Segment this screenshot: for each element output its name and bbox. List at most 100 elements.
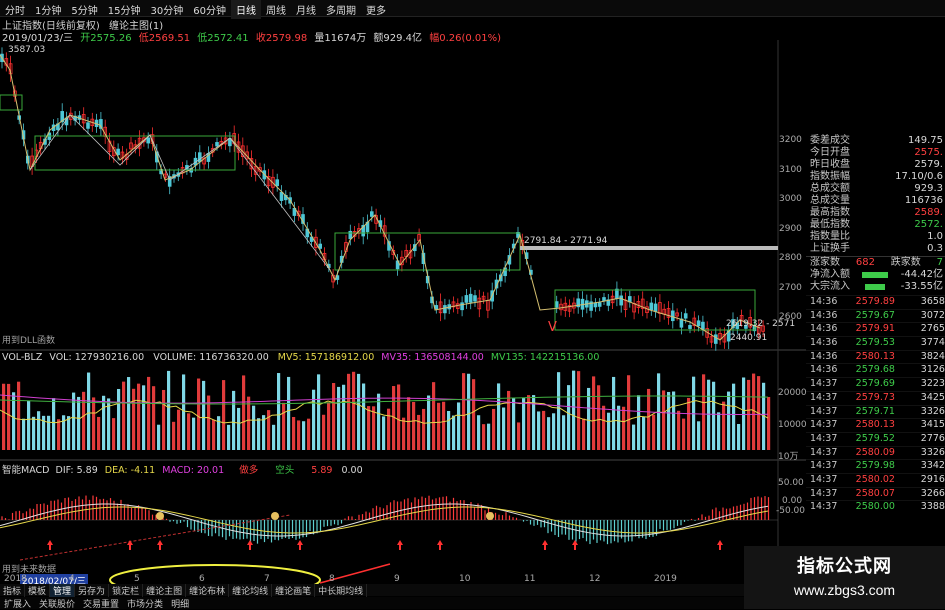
volume-bar [297, 420, 301, 450]
timeframe-tab[interactable]: 月线 [291, 0, 321, 19]
tick-row[interactable]: 14:37 2579.52 2776 [806, 431, 945, 446]
tick-row[interactable]: 14:37 2579.98 3342 [806, 459, 945, 473]
volume-bar [537, 411, 541, 450]
vol-panel-name[interactable]: VOL-BLZ [2, 352, 42, 363]
tick-volume: 3388 [920, 501, 945, 513]
indicator-tab[interactable]: 锁定栏 [109, 584, 144, 597]
x-tick-label: 6 [199, 574, 205, 584]
tick-row[interactable]: 14:37 2579.73 3425 [806, 390, 945, 405]
timeframe-tab[interactable]: 60分钟 [188, 0, 231, 19]
tick-volume: 2916 [920, 473, 945, 485]
timeframe-tab[interactable]: 周线 [261, 0, 291, 19]
function-tab[interactable]: 关联股价 [35, 597, 79, 610]
tick-time: 14:37 [810, 405, 838, 417]
macd-ytick-1: 50.00 [778, 478, 804, 488]
tick-row[interactable]: 14:36 2579.68 3126 [806, 363, 945, 377]
tick-price: 2579.89 [855, 296, 895, 307]
timeframe-tab[interactable]: 更多 [361, 0, 391, 19]
volume-bar [642, 416, 646, 450]
macd-panel-name[interactable]: 智能MACD [2, 465, 49, 476]
volume-bar [12, 392, 16, 450]
indicator-tab[interactable]: 管理 [50, 584, 76, 597]
tick-price: 2580.00 [855, 501, 895, 513]
volume-bar [517, 422, 521, 450]
function-tab[interactable]: 交易重置 [79, 597, 123, 610]
indicator-tab[interactable]: 缠论布林 [186, 584, 230, 597]
volume-bar [67, 416, 71, 450]
timeframe-tab[interactable]: 日线 [230, 0, 261, 19]
function-tab[interactable]: 市场分类 [123, 597, 167, 610]
quote-stat-label: 总成交额 [810, 183, 850, 194]
buy-arrow-icon [542, 540, 548, 550]
volume-bar [582, 418, 586, 450]
volume-bar [487, 423, 491, 450]
volume-bar [382, 416, 386, 450]
indicator-tab[interactable]: 缠论画笔 [272, 584, 316, 597]
candle-body [649, 302, 654, 310]
tick-volume: 3126 [920, 364, 945, 376]
quote-stat-value: 0.3 [927, 243, 943, 254]
volume-bar [497, 383, 501, 450]
volume-bar [97, 416, 101, 450]
tick-price: 2579.69 [855, 378, 895, 390]
kline-charts[interactable] [0, 40, 806, 585]
tick-row[interactable]: 14:37 2580.07 3266 [806, 486, 945, 501]
tick-row[interactable]: 14:37 2579.69 3223 [806, 377, 945, 391]
watermark-title: 指标公式网 [797, 556, 892, 576]
macd-panel-header: 智能MACD DIF: 5.89 DEA: -4.11 MACD: 20.01 … [2, 462, 363, 476]
volume-bar [72, 392, 76, 450]
candle-body [468, 293, 473, 303]
tick-row[interactable]: 14:37 2580.13 3415 [806, 418, 945, 432]
block-inflow-label: 大宗流入 [810, 281, 850, 292]
volume-bar [617, 405, 621, 450]
volume-bar [197, 378, 201, 450]
indicator-tab[interactable]: 另存为 [75, 584, 110, 597]
tick-row[interactable]: 14:37 2580.00 3388 [806, 500, 945, 514]
volume-bar [17, 381, 21, 450]
y-tick-label: 2900 [779, 223, 802, 234]
bi-stroke [0, 54, 761, 341]
v-marker: V [548, 320, 557, 335]
function-tab-bar: 扩展入 关联股价 交易重置 市场分类 明细 [0, 597, 810, 610]
indicator-tab[interactable]: 模板 [25, 584, 51, 597]
indicator-tab[interactable]: 中长期均线 [315, 584, 368, 597]
volume-bar [227, 424, 231, 450]
block-inflow-value: -33.55亿 [900, 281, 943, 292]
buy-arrow-icon [47, 540, 53, 550]
net-inflow-bar [862, 272, 889, 278]
function-tab[interactable]: 明细 [167, 597, 193, 610]
tick-list[interactable]: 14:36 2579.89 3658 14:36 2579.67 3072 14:36 257… [806, 295, 945, 514]
sell-signal-icon [156, 512, 164, 520]
volume-bar [102, 395, 106, 450]
tick-time: 14:37 [810, 487, 838, 499]
divergence-line [19, 514, 291, 561]
tick-time: 14:36 [810, 350, 838, 362]
x-tick-label: 2018 [4, 574, 27, 584]
quote-stat-label: 最高指数 [810, 207, 850, 218]
volume-bar [567, 385, 571, 450]
tick-row[interactable]: 14:36 2579.89 3658 [806, 295, 945, 309]
tick-row[interactable]: 14:37 2580.02 2916 [806, 472, 945, 487]
x-tick-label: 10 [459, 574, 471, 584]
tick-row[interactable]: 14:36 2579.91 2765 [806, 322, 945, 336]
timeframe-tab[interactable]: 多周期 [321, 0, 361, 19]
quote-stat-row: 委差成交 149.75 [806, 135, 945, 147]
tick-row[interactable]: 14:37 2579.71 3326 [806, 404, 945, 419]
volume-bar [367, 406, 371, 450]
vol-ytick-1: 20000 [778, 388, 807, 398]
indicator-tab[interactable]: 缠论均线 [229, 584, 273, 597]
tick-row[interactable]: 14:37 2580.09 3326 [806, 445, 945, 460]
macd-value: MACD: 20.01 [162, 465, 225, 476]
tick-row[interactable]: 14:36 2580.13 3824 [806, 349, 945, 364]
indicator-tab[interactable]: 指标 [0, 584, 26, 597]
volume-bar [712, 381, 716, 450]
candle-body [197, 152, 202, 163]
volume-bar [387, 408, 391, 450]
tick-row[interactable]: 14:36 2579.53 3774 [806, 336, 945, 350]
function-tab[interactable]: 扩展入 [0, 597, 35, 610]
tick-row[interactable]: 14:36 2579.67 3072 [806, 308, 945, 323]
tick-price: 2580.02 [855, 473, 895, 485]
indicator-tab[interactable]: 缠论主图 [143, 584, 187, 597]
volume-bar [182, 374, 186, 450]
volume-bar [702, 374, 706, 450]
